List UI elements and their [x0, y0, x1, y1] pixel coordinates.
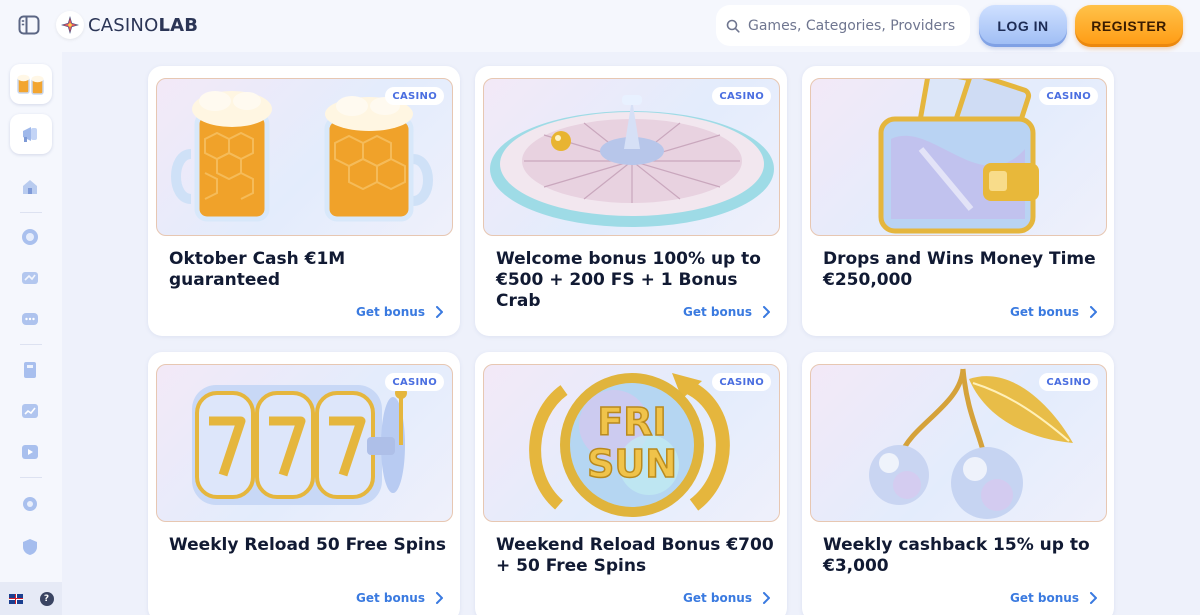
sidebar-item-video[interactable]	[19, 441, 41, 463]
search-bar[interactable]	[716, 5, 970, 46]
get-bonus-label: Get bonus	[356, 305, 425, 319]
promo-image-wallet: CASINO	[810, 78, 1107, 236]
promo-card[interactable]: CASINO Weekly cashback 15% up to €3,000 …	[802, 352, 1114, 615]
get-bonus-label: Get bonus	[1010, 305, 1079, 319]
home-icon	[23, 179, 37, 194]
chat-icon	[22, 313, 38, 325]
sidebar-item-home[interactable]	[19, 175, 41, 197]
category-badge: CASINO	[1039, 87, 1098, 105]
logo-wordmark: CASINOLAB	[88, 14, 199, 36]
category-badge: CASINO	[385, 373, 444, 391]
get-bonus-label: Get bonus	[683, 591, 752, 605]
get-bonus-link[interactable]: Get bonus	[356, 304, 443, 320]
sidebar-item-promotions[interactable]	[10, 114, 52, 154]
play-icon	[22, 445, 38, 459]
promo-title: Weekly cashback 15% up to €3,000	[823, 535, 1090, 576]
sidebar-divider	[20, 344, 42, 345]
sidebar-item-casino[interactable]	[19, 226, 41, 248]
chevron-right-icon	[1089, 306, 1097, 318]
promo-image-cherries: CASINO	[810, 364, 1107, 522]
left-sidebar: ?	[0, 52, 62, 615]
sidebar-toggle-button[interactable]	[14, 11, 44, 39]
promo-image-fri-sun-coin: FRI SUN CASINO	[483, 364, 780, 522]
sidebar-item-rules[interactable]	[19, 359, 41, 381]
slots-icon	[22, 272, 38, 284]
sun-text: SUN	[587, 442, 677, 486]
promo-title: Weekend Reload Bonus €700 + 50 Free Spin…	[496, 535, 774, 576]
chevron-right-icon	[435, 592, 443, 604]
promo-image-slot-reels: CASINO	[156, 364, 453, 522]
sidebar-divider	[20, 212, 42, 213]
sidebar-panel-icon	[18, 15, 40, 35]
top-header: CASINOLAB LOG IN REGISTER	[0, 0, 1200, 52]
help-button[interactable]: ?	[39, 591, 54, 606]
sidebar-item-tournaments[interactable]	[19, 400, 41, 422]
promo-card[interactable]: CASINO Weekly Reload 50 Free Spins Get b…	[148, 352, 460, 615]
promo-card[interactable]: FRI SUN CASINO Weekend Reload Bonus €700…	[475, 352, 787, 615]
sidebar-footer: ?	[0, 582, 62, 615]
chevron-right-icon	[762, 306, 770, 318]
search-icon	[726, 19, 740, 33]
chevron-right-icon	[762, 592, 770, 604]
promo-title: Oktober Cash €1M guaranteed	[169, 249, 346, 290]
get-bonus-link[interactable]: Get bonus	[683, 590, 770, 606]
sidebar-item-live[interactable]	[19, 308, 41, 330]
get-bonus-label: Get bonus	[356, 591, 425, 605]
casinolab-logo[interactable]: CASINOLAB	[56, 10, 198, 40]
promo-card[interactable]: CASINO Drops and Wins Money Time €250,00…	[802, 66, 1114, 336]
get-bonus-label: Get bonus	[683, 305, 752, 319]
promo-image-beer-mugs: CASINO	[156, 78, 453, 236]
promo-card[interactable]: CASINO Oktober Cash €1M guaranteed Get b…	[148, 66, 460, 336]
chart-icon	[22, 404, 38, 418]
category-badge: CASINO	[385, 87, 444, 105]
sidebar-item-slots[interactable]	[19, 267, 41, 289]
beer-mugs-icon	[17, 74, 44, 95]
promo-card[interactable]: CASINO Welcome bonus 100% up to €500 + 2…	[475, 66, 787, 336]
chip-icon	[22, 229, 38, 245]
sidebar-item-oktoberfest[interactable]	[10, 64, 52, 104]
book-icon	[24, 362, 36, 378]
promo-title: Weekly Reload 50 Free Spins	[169, 535, 446, 555]
category-badge: CASINO	[712, 87, 771, 105]
sidebar-item-security[interactable]	[19, 536, 41, 558]
promo-image-roulette-wheel: CASINO	[483, 78, 780, 236]
register-button[interactable]: REGISTER	[1075, 5, 1183, 47]
get-bonus-link[interactable]: Get bonus	[1010, 590, 1097, 606]
shield-icon	[23, 539, 37, 555]
get-bonus-link[interactable]: Get bonus	[683, 304, 770, 320]
megaphone-icon	[23, 127, 37, 142]
category-badge: CASINO	[1039, 373, 1098, 391]
category-badge: CASINO	[712, 373, 771, 391]
fri-text: FRI	[597, 400, 666, 444]
search-input[interactable]	[748, 17, 958, 34]
get-bonus-link[interactable]: Get bonus	[1010, 304, 1097, 320]
sidebar-divider	[20, 477, 42, 478]
logo-star-icon	[56, 11, 84, 39]
get-bonus-label: Get bonus	[1010, 591, 1079, 605]
sidebar-item-settings[interactable]	[19, 493, 41, 515]
chevron-right-icon	[1089, 592, 1097, 604]
gear-icon	[23, 497, 37, 511]
promo-title: Drops and Wins Money Time €250,000	[823, 249, 1096, 290]
promo-title: Welcome bonus 100% up to €500 + 200 FS +…	[496, 249, 761, 311]
flag-uk-icon[interactable]	[8, 593, 23, 604]
chevron-right-icon	[435, 306, 443, 318]
login-button[interactable]: LOG IN	[979, 5, 1067, 47]
get-bonus-link[interactable]: Get bonus	[356, 590, 443, 606]
